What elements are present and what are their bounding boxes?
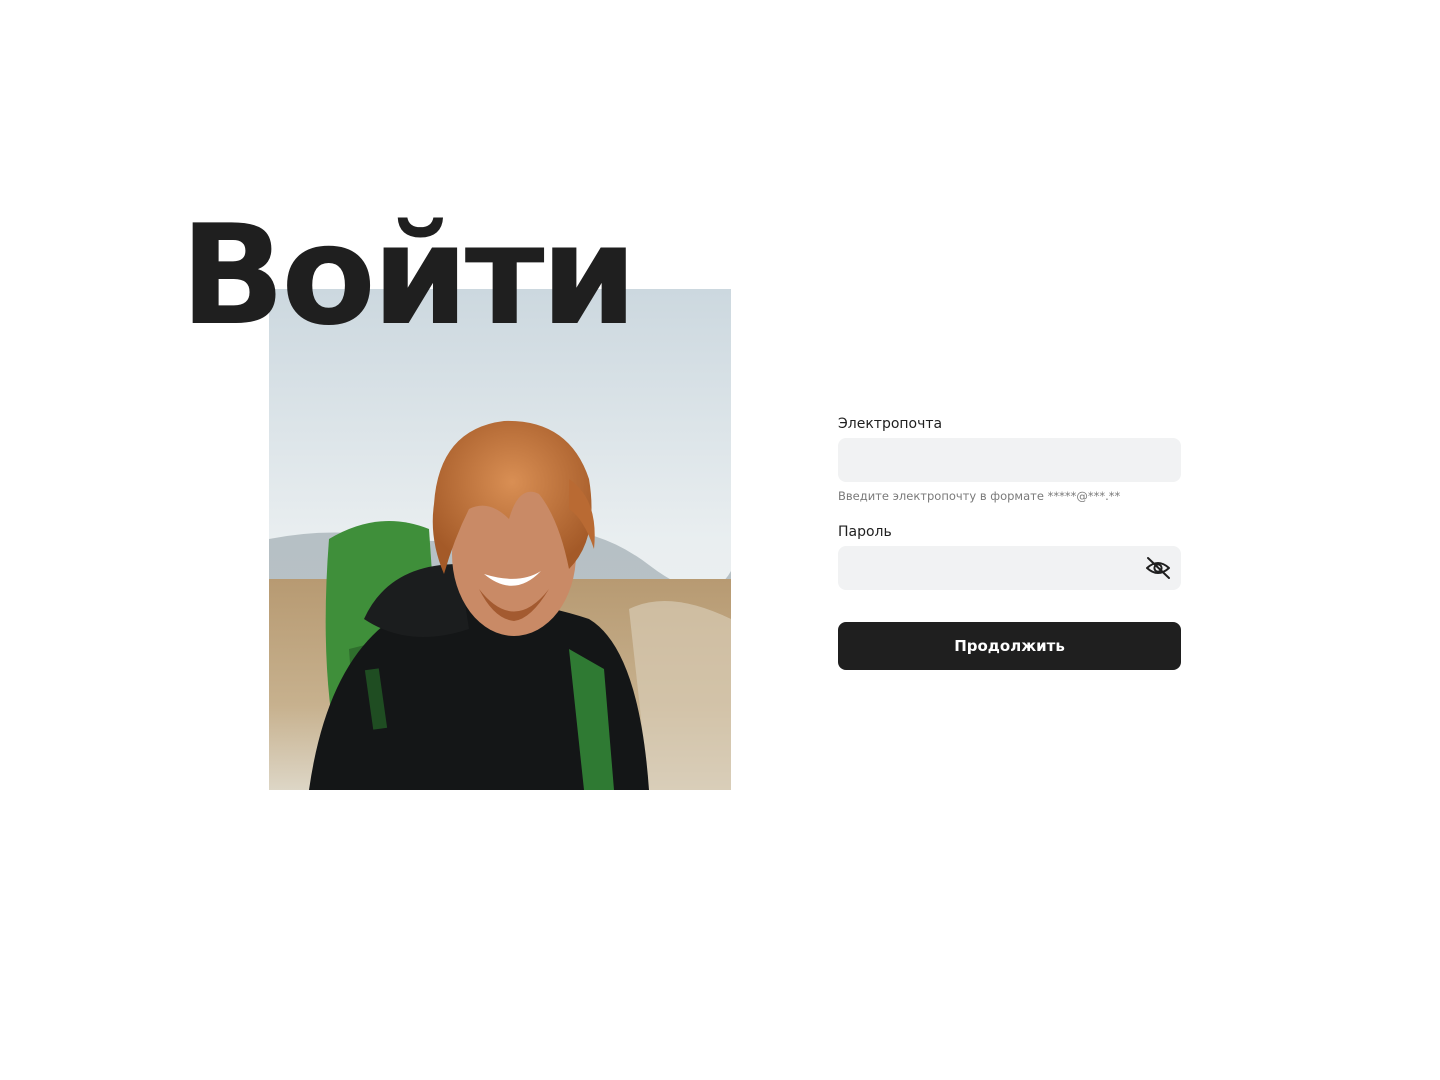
hero-image <box>269 289 731 790</box>
email-hint: Введите электропочту в формате *****@***… <box>838 489 1121 503</box>
email-label: Электропочта <box>838 416 943 432</box>
password-field-wrapper <box>838 546 1181 590</box>
continue-button[interactable]: Продолжить <box>838 622 1181 670</box>
password-label: Пароль <box>838 524 892 540</box>
hero-photo <box>269 289 731 790</box>
login-page: Войти Электропочта Введите электропочту … <box>0 0 1440 1080</box>
page-title: Войти <box>180 195 637 356</box>
email-field-wrapper <box>838 438 1181 482</box>
password-visibility-toggle[interactable] <box>1145 556 1171 580</box>
password-field[interactable] <box>838 546 1181 590</box>
login-form: Электропочта Введите электропочту в форм… <box>838 414 1181 670</box>
eye-off-icon <box>1146 557 1170 579</box>
email-field[interactable] <box>838 438 1181 482</box>
